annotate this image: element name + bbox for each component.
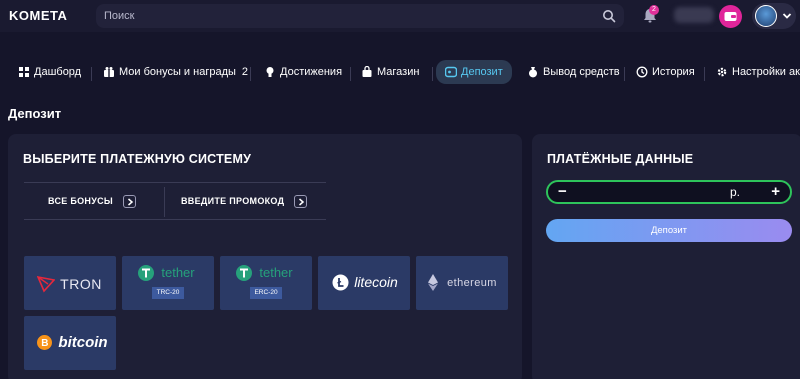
tab-label: ВВЕДИТЕ ПРОМОКОД	[181, 196, 285, 206]
tab-dashboard[interactable]: Дашборд	[18, 60, 81, 84]
tab-deposit[interactable]: Депозит	[436, 60, 512, 84]
method-name: tether	[161, 265, 195, 280]
method-ethereum[interactable]: ethereum	[416, 256, 508, 310]
method-tether-erc20[interactable]: tether ERC-20	[220, 256, 312, 310]
account-nav: Дашборд Мои бонусы и награды 2 Достижени…	[0, 58, 800, 86]
profile-menu[interactable]	[752, 3, 796, 29]
tab-label: Депозит	[461, 66, 503, 78]
tab-divider	[164, 187, 165, 217]
nav-divider	[704, 67, 705, 81]
search-bar[interactable]	[96, 4, 624, 28]
network-badge: ERC-20	[250, 287, 282, 299]
nav-divider	[91, 67, 92, 81]
gear-icon	[717, 67, 727, 77]
all-bonuses-button[interactable]: ВСЕ БОНУСЫ	[48, 183, 137, 219]
details-heading: ПЛАТЁЖНЫЕ ДАННЫЕ	[547, 152, 694, 166]
method-name: tether	[259, 265, 293, 280]
dashboard-icon	[19, 67, 29, 77]
method-litecoin[interactable]: litecoin	[318, 256, 410, 310]
tab-label: ВСЕ БОНУСЫ	[48, 196, 114, 206]
tab-label: Магазин	[377, 66, 420, 78]
top-header: KOMETA 2	[0, 0, 800, 32]
tab-history[interactable]: История	[636, 60, 695, 84]
chevron-down-icon[interactable]	[782, 12, 792, 20]
method-name: TRON	[60, 276, 102, 292]
wallet-button[interactable]	[719, 5, 742, 28]
tab-bonuses[interactable]: Мои бонусы и награды 2	[103, 60, 248, 84]
gift-icon	[104, 67, 114, 77]
tab-label: Дашборд	[34, 66, 82, 78]
deposit-button[interactable]: Депозит	[546, 219, 792, 242]
balance-hidden[interactable]	[674, 7, 714, 23]
search-icon[interactable]	[602, 9, 616, 23]
tab-label: Вывод средств	[543, 66, 620, 78]
method-name: ethereum	[447, 277, 497, 289]
method-tron[interactable]: TRON	[24, 256, 116, 310]
chevron-right-icon	[123, 194, 137, 208]
tab-label: Мои бонусы и награды	[119, 66, 236, 78]
method-tether-trc20[interactable]: tether TRC-20	[122, 256, 214, 310]
money-bag-icon	[529, 67, 537, 78]
payment-details-panel: ПЛАТЁЖНЫЕ ДАННЫЕ − р. + Депозит	[532, 134, 800, 379]
amount-field[interactable]: − р. +	[546, 180, 792, 204]
page-title: Депозит	[8, 106, 62, 121]
payment-heading: ВЫБЕРИТЕ ПЛАТЕЖНУЮ СИСТЕМУ	[23, 152, 252, 166]
method-name: bitcoin	[58, 334, 108, 351]
method-name: litecoin	[354, 274, 398, 290]
avatar[interactable]	[755, 5, 777, 27]
network-badge: TRC-20	[152, 287, 184, 299]
tab-settings[interactable]: Настройки ак	[716, 60, 800, 84]
logo[interactable]: KOMETA	[9, 8, 67, 23]
currency-label: р.	[730, 185, 741, 199]
nav-divider	[432, 67, 433, 81]
decrease-amount-button[interactable]: −	[558, 183, 567, 200]
achievement-icon	[266, 67, 274, 77]
nav-divider	[250, 67, 251, 81]
tab-shop[interactable]: Магазин	[361, 60, 419, 84]
method-bitcoin[interactable]: B bitcoin	[24, 316, 116, 370]
clock-icon	[636, 66, 648, 78]
tab-withdraw[interactable]: Вывод средств	[527, 60, 620, 84]
nav-divider	[350, 67, 351, 81]
search-input[interactable]	[104, 4, 594, 28]
nav-divider	[624, 67, 625, 81]
bonus-count: 2	[241, 66, 249, 78]
wallet-icon	[445, 66, 457, 78]
bonus-tabs: ВСЕ БОНУСЫ ВВЕДИТЕ ПРОМОКОД	[24, 182, 326, 220]
tab-label: Настройки ак	[732, 66, 800, 78]
increase-amount-button[interactable]: +	[771, 183, 780, 200]
notification-badge: 2	[649, 5, 659, 15]
chevron-right-icon	[294, 194, 308, 208]
tab-label: История	[652, 66, 695, 78]
tab-label: Достижения	[280, 66, 343, 78]
wallet-icon	[724, 12, 737, 21]
promo-code-button[interactable]: ВВЕДИТЕ ПРОМОКОД	[181, 183, 308, 219]
tab-achievements[interactable]: Достижения	[264, 60, 342, 84]
shop-icon	[362, 66, 372, 77]
payment-system-panel: ВЫБЕРИТЕ ПЛАТЕЖНУЮ СИСТЕМУ ВСЕ БОНУСЫ ВВ…	[8, 134, 522, 379]
